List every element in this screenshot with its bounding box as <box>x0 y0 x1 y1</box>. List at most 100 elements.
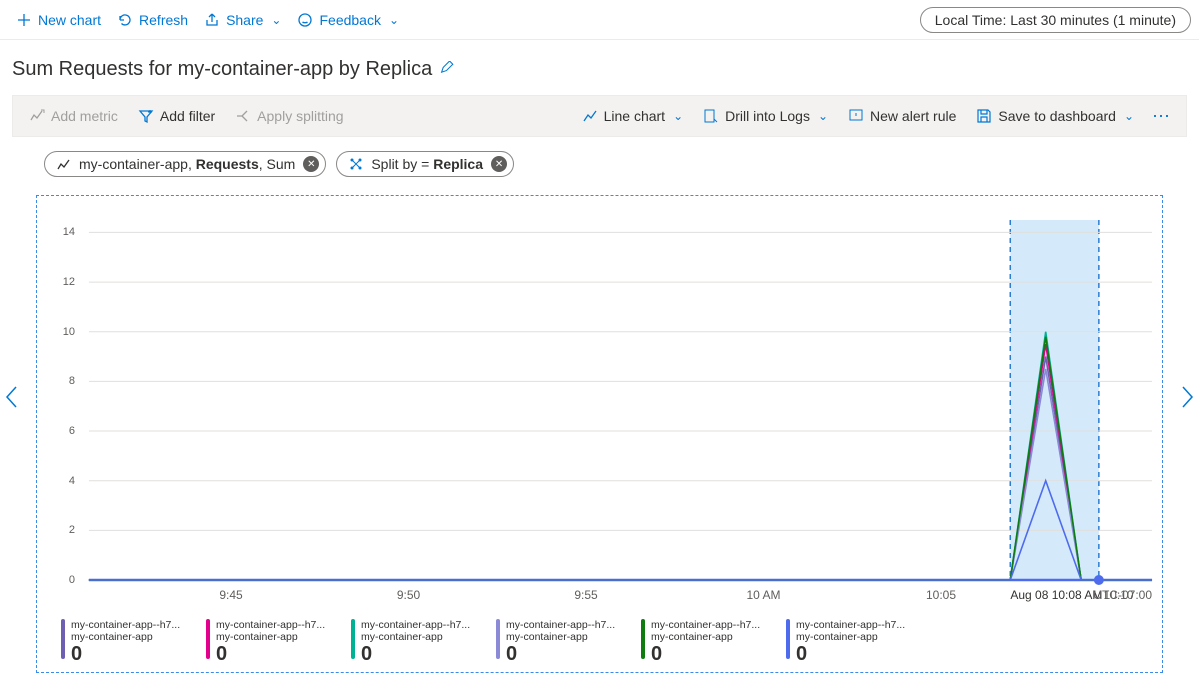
y-tick: 2 <box>37 524 85 536</box>
legend-swatch <box>786 619 790 659</box>
legend-item[interactable]: my-container-app--h7... my-container-app… <box>641 619 786 666</box>
legend-sub: my-container-app <box>796 631 926 643</box>
metric-pill[interactable]: my-container-app, Requests, Sum ✕ <box>44 151 326 177</box>
pill-namespace: my-container-app <box>79 156 188 172</box>
alert-icon <box>848 108 864 124</box>
split-value: Replica <box>433 156 483 172</box>
legend-item[interactable]: my-container-app--h7... my-container-app… <box>206 619 351 666</box>
add-filter-label: Add filter <box>160 108 215 124</box>
refresh-icon <box>117 12 133 28</box>
x-tick: 9:55 <box>574 588 597 602</box>
split-icon <box>235 108 251 124</box>
save-dashboard-button[interactable]: Save to dashboard ⌄ <box>966 104 1144 128</box>
legend-sub: my-container-app <box>361 631 491 643</box>
legend-swatch <box>351 619 355 659</box>
legend-swatch <box>61 619 65 659</box>
chevron-down-icon: ⌄ <box>673 109 683 123</box>
legend-item[interactable]: my-container-app--h7... my-container-app… <box>786 619 931 666</box>
legend-name: my-container-app--h7... <box>796 619 926 631</box>
pill-metric: Requests <box>196 156 259 172</box>
y-tick: 10 <box>37 326 85 338</box>
feedback-button[interactable]: Feedback ⌄ <box>289 8 407 32</box>
split-label: Split by = <box>371 156 433 172</box>
highlight-time-label: Aug 08 10:08 AM <box>1010 588 1102 602</box>
legend-sub: my-container-app <box>506 631 636 643</box>
split-pill[interactable]: Split by = Replica ✕ <box>336 151 514 177</box>
new-alert-label: New alert rule <box>870 108 956 124</box>
legend-name: my-container-app--h7... <box>71 619 201 631</box>
legend-name: my-container-app--h7... <box>651 619 781 631</box>
line-chart-icon <box>582 108 598 124</box>
y-tick: 14 <box>37 226 85 238</box>
legend-item[interactable]: my-container-app--h7... my-container-app… <box>496 619 641 666</box>
legend-value: 0 <box>651 643 781 666</box>
refresh-label: Refresh <box>139 12 188 28</box>
next-chart-button[interactable] <box>1175 385 1199 409</box>
chart-title-row: Sum Requests for my-container-app by Rep… <box>0 40 1199 95</box>
close-icon[interactable]: ✕ <box>491 156 507 172</box>
y-tick: 8 <box>37 375 85 387</box>
legend-swatch <box>496 619 500 659</box>
legend-value: 0 <box>506 643 636 666</box>
timezone-label: UTC-07:00 <box>1093 588 1152 602</box>
x-tick: 10 AM <box>746 588 780 602</box>
pencil-icon[interactable] <box>440 61 458 79</box>
drill-logs-label: Drill into Logs <box>725 108 810 124</box>
share-label: Share <box>226 12 263 28</box>
legend-swatch <box>641 619 645 659</box>
more-button[interactable]: ⋯ <box>1144 106 1180 127</box>
y-tick: 6 <box>37 425 85 437</box>
legend-sub: my-container-app <box>71 631 201 643</box>
chart-area: 02468101214 9:459:509:5510 AM10:0510:10A… <box>12 195 1187 673</box>
legend-sub: my-container-app <box>651 631 781 643</box>
close-icon[interactable]: ✕ <box>303 156 319 172</box>
legend-item[interactable]: my-container-app--h7... my-container-app… <box>351 619 496 666</box>
drill-logs-button[interactable]: Drill into Logs ⌄ <box>693 104 838 128</box>
top-command-bar: New chart Refresh Share ⌄ Feedback ⌄ Loc… <box>0 0 1199 40</box>
add-filter-button[interactable]: Add filter <box>128 104 225 128</box>
chart-box[interactable]: 02468101214 9:459:509:5510 AM10:0510:10A… <box>36 195 1163 673</box>
x-axis: 9:459:509:5510 AM10:0510:10Aug 08 10:08 … <box>37 588 1162 612</box>
legend-value: 0 <box>796 643 926 666</box>
legend-item[interactable]: my-container-app--h7... my-container-app… <box>61 619 206 666</box>
legend-value: 0 <box>216 643 346 666</box>
add-metric-button[interactable]: Add metric <box>19 104 128 128</box>
add-metric-label: Add metric <box>51 108 118 124</box>
legend: my-container-app--h7... my-container-app… <box>61 619 1152 666</box>
x-tick: 10:05 <box>926 588 956 602</box>
chevron-down-icon: ⌄ <box>1124 109 1134 123</box>
new-alert-button[interactable]: New alert rule <box>838 104 966 128</box>
chart-type-button[interactable]: Line chart ⌄ <box>572 104 694 128</box>
legend-name: my-container-app--h7... <box>506 619 636 631</box>
y-tick: 12 <box>37 276 85 288</box>
time-range-button[interactable]: Local Time: Last 30 minutes (1 minute) <box>920 7 1191 33</box>
legend-name: my-container-app--h7... <box>216 619 346 631</box>
chart-title: Sum Requests for my-container-app by Rep… <box>12 58 432 81</box>
x-tick: 9:50 <box>397 588 420 602</box>
legend-value: 0 <box>71 643 201 666</box>
share-button[interactable]: Share ⌄ <box>196 8 289 32</box>
feedback-label: Feedback <box>319 12 380 28</box>
x-tick: 9:45 <box>219 588 242 602</box>
split-icon <box>349 157 363 171</box>
legend-name: my-container-app--h7... <box>361 619 491 631</box>
plus-icon <box>16 12 32 28</box>
apply-splitting-button[interactable]: Apply splitting <box>225 104 353 128</box>
save-icon <box>976 108 992 124</box>
y-tick: 4 <box>37 475 85 487</box>
plot-area[interactable]: 02468101214 <box>37 208 1162 588</box>
prev-chart-button[interactable] <box>0 385 24 409</box>
apply-splitting-label: Apply splitting <box>257 108 343 124</box>
smiley-icon <box>297 12 313 28</box>
share-icon <box>204 12 220 28</box>
metric-icon <box>57 157 71 171</box>
refresh-button[interactable]: Refresh <box>109 8 196 32</box>
pill-aggregation: Sum <box>267 156 296 172</box>
chevron-down-icon: ⌄ <box>271 13 281 27</box>
add-metric-icon <box>29 108 45 124</box>
legend-swatch <box>206 619 210 659</box>
new-chart-button[interactable]: New chart <box>8 8 109 32</box>
chart-toolbar: Add metric Add filter Apply splitting Li… <box>12 95 1187 137</box>
legend-sub: my-container-app <box>216 631 346 643</box>
chevron-down-icon: ⌄ <box>818 109 828 123</box>
